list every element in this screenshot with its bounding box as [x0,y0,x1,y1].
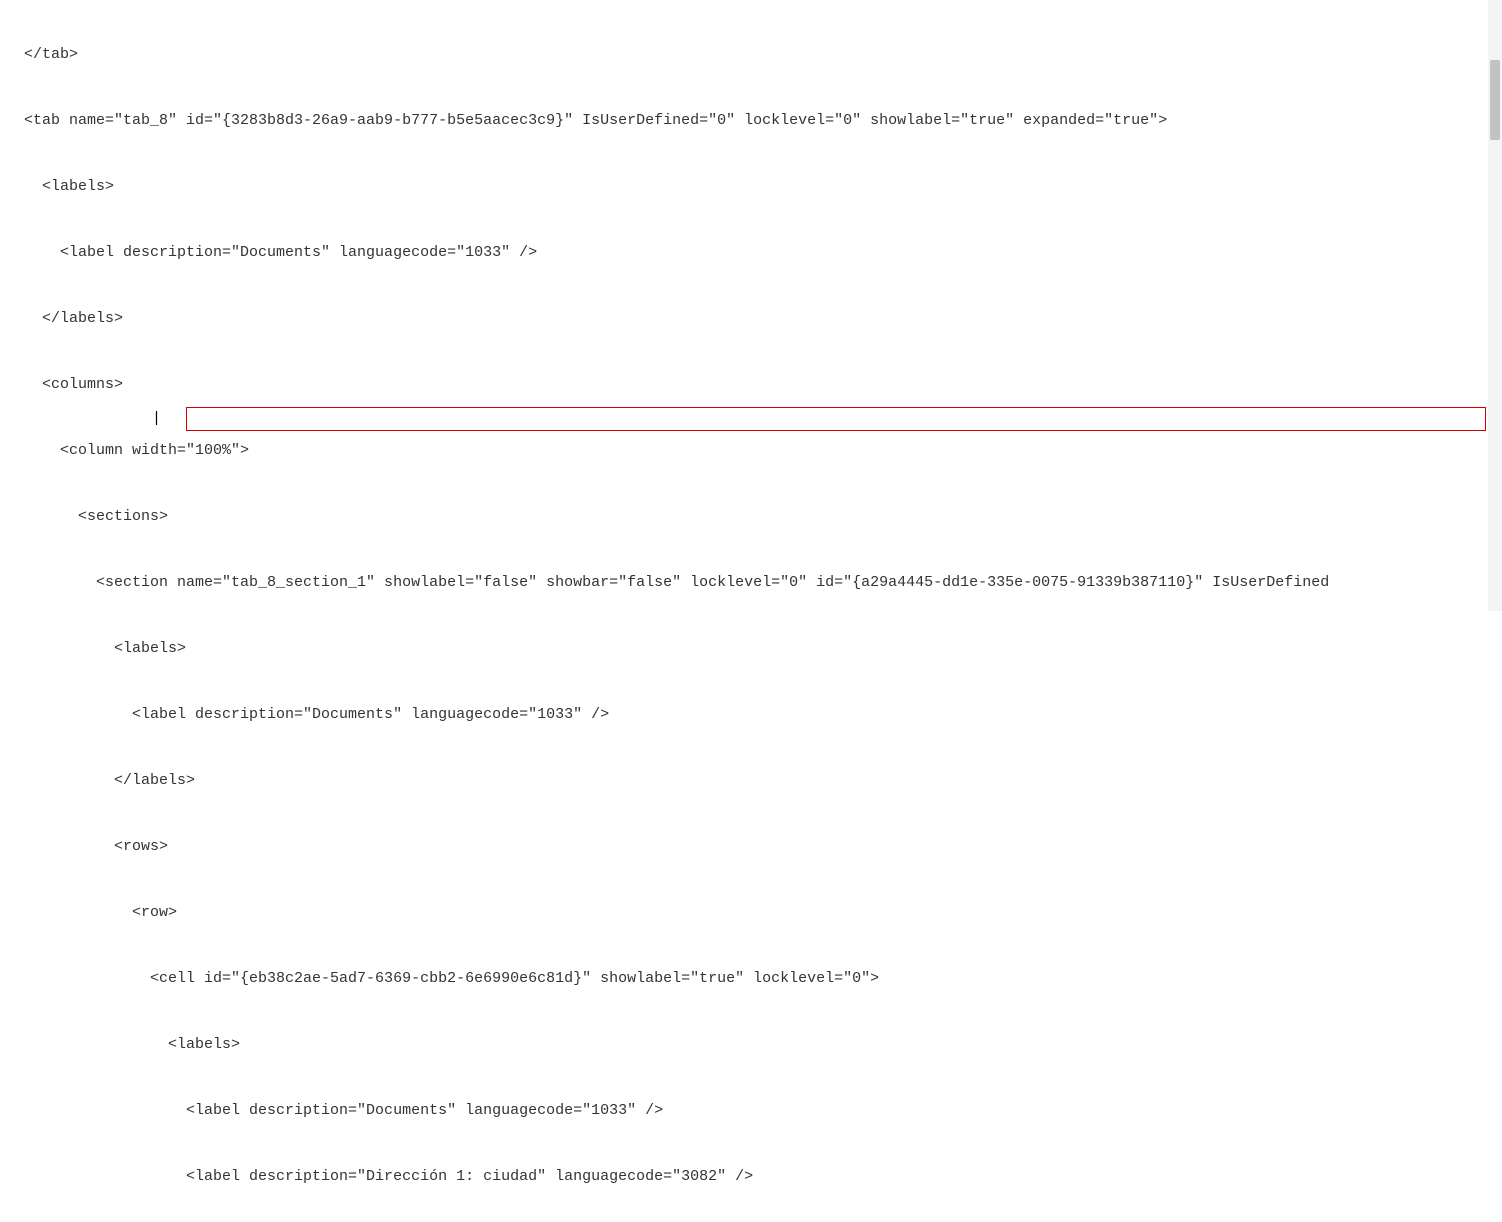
vertical-scrollbar-thumb[interactable] [1490,60,1500,140]
highlight-rectangle [186,407,1486,431]
code-line: <column width="100%"> [6,440,1496,462]
code-line: <sections> [6,506,1496,528]
code-line: <label description="Documents" languagec… [6,242,1496,264]
code-line: <labels> [6,1034,1496,1056]
code-line: <label description="Documents" languagec… [6,1100,1496,1122]
code-line: <labels> [6,638,1496,660]
code-line: <label description="Dirección 1: ciudad"… [6,1166,1496,1188]
code-line: <label description="Documents" languagec… [6,704,1496,726]
code-line: <columns> [6,374,1496,396]
code-line: <section name="tab_8_section_1" showlabe… [6,572,1496,594]
code-line: <labels> [6,176,1496,198]
code-line: </labels> [6,770,1496,792]
code-line: <row> [6,902,1496,924]
code-line: </labels> [6,308,1496,330]
xml-code-block[interactable]: </tab> <tab name="tab_8" id="{3283b8d3-2… [0,0,1502,1222]
code-line: <rows> [6,836,1496,858]
code-line: </tab> [6,44,1496,66]
code-line: <cell id="{eb38c2ae-5ad7-6369-cbb2-6e699… [6,968,1496,990]
vertical-scrollbar-track[interactable] [1488,0,1502,611]
code-line: <tab name="tab_8" id="{3283b8d3-26a9-aab… [6,110,1496,132]
text-caret: | [152,408,153,426]
